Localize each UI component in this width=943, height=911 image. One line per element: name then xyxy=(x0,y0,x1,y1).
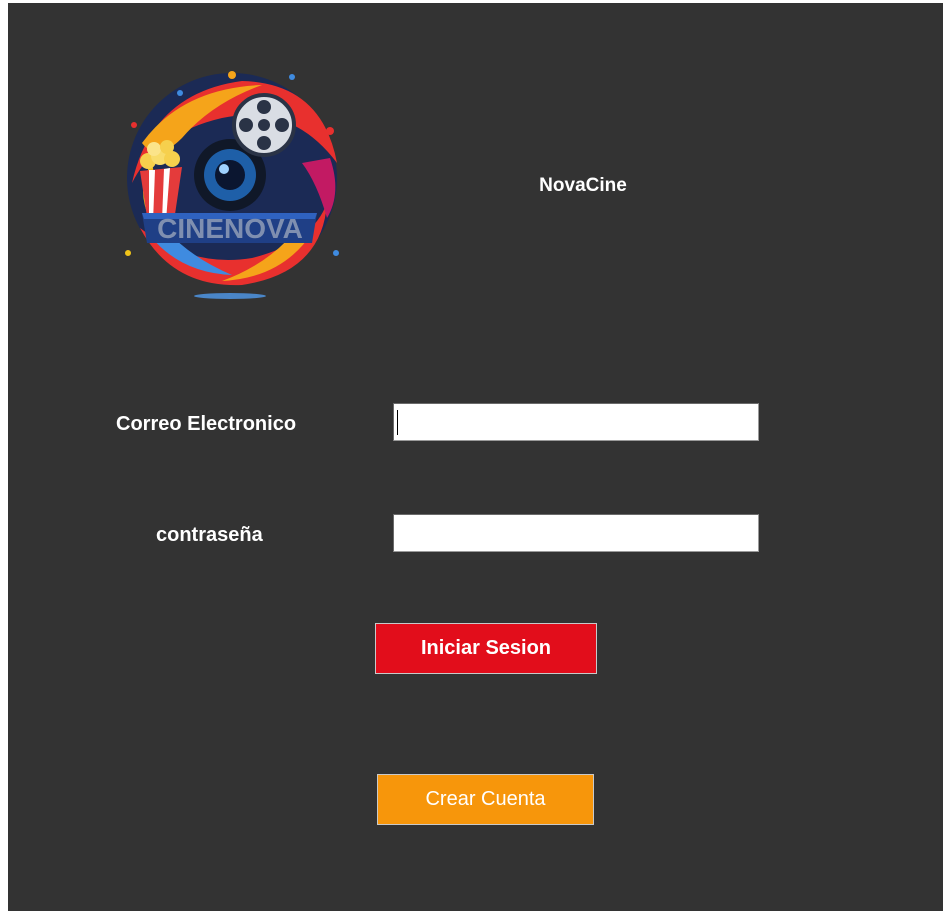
svg-text:CINENOVA: CINENOVA xyxy=(157,213,303,244)
logo-wordmark: CINENOVA xyxy=(157,213,303,244)
password-label: contraseña xyxy=(156,524,263,546)
email-input[interactable] xyxy=(393,403,759,441)
cinenova-logo: CINENOVA xyxy=(112,63,352,303)
password-input[interactable] xyxy=(393,514,759,552)
login-window: CINENOVA NovaCine Correo Electronico con… xyxy=(8,3,943,911)
create-account-button[interactable]: Crear Cuenta xyxy=(377,774,594,825)
email-label: Correo Electronico xyxy=(116,413,297,435)
login-button[interactable]: Iniciar Sesion xyxy=(375,623,597,674)
text-caret xyxy=(397,410,398,435)
app-title: NovaCine xyxy=(539,175,627,196)
